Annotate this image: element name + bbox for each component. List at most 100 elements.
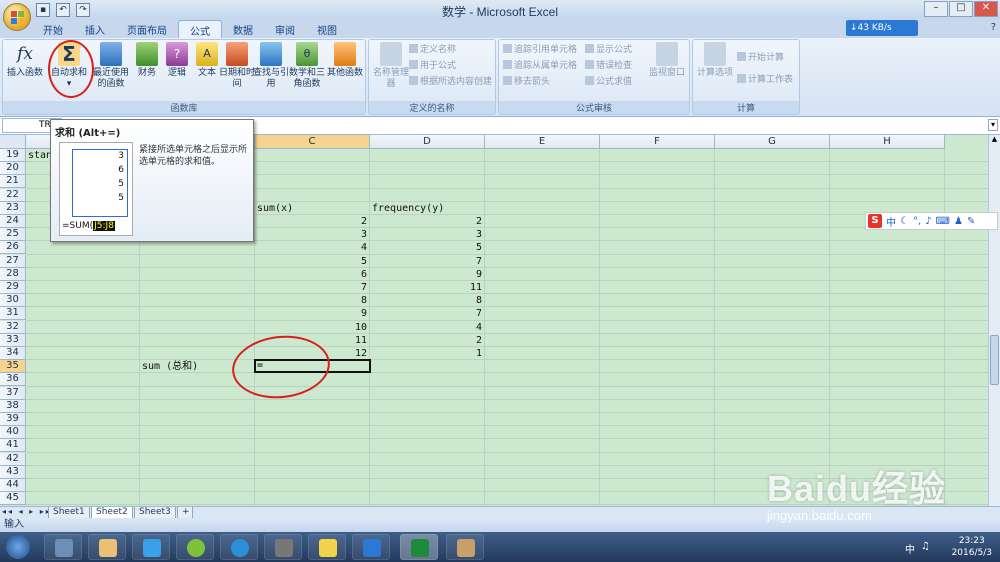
cell-y-value[interactable]: 8 [372, 294, 484, 307]
volume-icon[interactable]: ♫ [921, 541, 930, 556]
insert-function-button[interactable]: fx 插入函数 [5, 42, 45, 79]
cell-sum-x-header[interactable]: sum(x) [257, 202, 293, 215]
column-header-h[interactable]: H [830, 135, 945, 149]
row-header-21[interactable]: 21 [0, 175, 26, 189]
close-button[interactable]: ✕ [974, 1, 998, 17]
cell-x-value[interactable]: 7 [257, 281, 369, 294]
select-all-corner[interactable] [0, 135, 26, 149]
taskbar-app-excel[interactable] [400, 534, 438, 560]
tab-page-layout[interactable]: 页面布局 [116, 20, 178, 38]
cell-x-value[interactable]: 4 [257, 241, 369, 254]
cell-x-value[interactable]: 6 [257, 268, 369, 281]
cell-x-value[interactable]: 3 [257, 228, 369, 241]
expand-formula-bar-icon[interactable]: ▾ [988, 119, 998, 131]
row-header-20[interactable]: 20 [0, 162, 26, 176]
taskbar-app[interactable] [88, 534, 126, 560]
column-header-g[interactable]: G [715, 135, 830, 149]
row-header-38[interactable]: 38 [0, 399, 26, 413]
scroll-thumb[interactable] [990, 335, 999, 385]
create-from-selection-button[interactable]: 根据所选内容创建 [409, 76, 492, 89]
evaluate-formula-button[interactable]: 公式求值 [585, 76, 632, 89]
column-header-c[interactable]: C [255, 135, 370, 149]
cell-y-value[interactable]: 7 [372, 307, 484, 320]
taskbar-app[interactable] [352, 534, 390, 560]
office-button[interactable] [3, 3, 31, 31]
taskbar-app[interactable] [308, 534, 346, 560]
help-icon[interactable]: ? [991, 22, 996, 33]
row-header-40[interactable]: 40 [0, 426, 26, 440]
skin-icon[interactable]: ♟ [954, 216, 963, 227]
calculate-sheet-button[interactable]: 计算工作表 [737, 74, 793, 87]
tab-home[interactable]: 开始 [32, 20, 74, 38]
row-header-31[interactable]: 31 [0, 307, 26, 321]
row-header-24[interactable]: 24 [0, 215, 26, 228]
cell-x-value[interactable]: 8 [257, 294, 369, 307]
calculate-now-button[interactable]: 开始计算 [737, 52, 784, 65]
row-header-32[interactable]: 32 [0, 320, 26, 334]
minimize-button[interactable]: – [924, 1, 948, 17]
sheet-nav-arrows[interactable]: ◂◂ ◂ ▸ ▸▸ [2, 507, 52, 516]
row-header-25[interactable]: 25 [0, 228, 26, 242]
trace-precedents-button[interactable]: 追踪引用单元格 [503, 44, 577, 57]
maximize-button[interactable]: □ [949, 1, 973, 17]
define-name-button[interactable]: 定义名称 [409, 44, 456, 57]
cell-y-value[interactable]: 7 [372, 255, 484, 268]
keyboard-icon[interactable]: ⌨ [936, 216, 950, 227]
taskbar-app[interactable] [446, 534, 484, 560]
row-header-34[interactable]: 34 [0, 347, 26, 360]
cell-y-value[interactable]: 4 [372, 321, 484, 334]
row-header-35[interactable]: 35 [0, 360, 26, 374]
row-header-45[interactable]: 45 [0, 492, 26, 506]
calculation-options-button[interactable]: 计算选项 [695, 42, 735, 79]
punctuation-icon[interactable]: °, [913, 216, 921, 227]
row-header-29[interactable]: 29 [0, 281, 26, 294]
show-formulas-button[interactable]: 显示公式 [585, 44, 632, 57]
row-header-23[interactable]: 23 [0, 201, 26, 215]
column-header-d[interactable]: D [370, 135, 485, 149]
name-manager-button[interactable]: 名称管理器 [371, 42, 411, 90]
lookup-reference-button[interactable]: 查找与引用 [251, 42, 291, 90]
row-header-42[interactable]: 42 [0, 452, 26, 466]
taskbar-app[interactable] [176, 534, 214, 560]
trace-dependents-button[interactable]: 追踪从属单元格 [503, 60, 577, 73]
cell-y-value[interactable]: 2 [372, 215, 484, 228]
row-header-19[interactable]: 19 [0, 149, 26, 162]
network-speed-widget[interactable]: ↓43 KB/s [846, 20, 918, 36]
row-header-30[interactable]: 30 [0, 294, 26, 308]
cell-a19[interactable]: stan [28, 149, 52, 162]
cell-x-value[interactable]: 5 [257, 255, 369, 268]
tab-formulas[interactable]: 公式 [178, 20, 222, 38]
cell-x-value[interactable]: 9 [257, 307, 369, 320]
cell-y-value[interactable]: 3 [372, 228, 484, 241]
taskbar-app[interactable] [44, 534, 82, 560]
row-header-36[interactable]: 36 [0, 373, 26, 387]
column-header-f[interactable]: F [600, 135, 715, 149]
cell-y-value[interactable]: 1 [372, 347, 484, 360]
row-header-43[interactable]: 43 [0, 465, 26, 479]
vertical-scrollbar[interactable]: ▲ [988, 135, 1000, 506]
taskbar-app[interactable] [264, 534, 302, 560]
start-button[interactable] [6, 535, 30, 559]
cell-sum-label[interactable]: sum (总和) [142, 360, 198, 373]
ime-toolbar[interactable]: S 中 ☾ °, ♪ ⌨ ♟ ✎ [865, 212, 998, 230]
row-header-37[interactable]: 37 [0, 386, 26, 400]
row-header-44[interactable]: 44 [0, 479, 26, 492]
tab-view[interactable]: 视图 [306, 20, 348, 38]
row-header-33[interactable]: 33 [0, 333, 26, 347]
watch-window-button[interactable]: 监视窗口 [647, 42, 687, 79]
error-checking-button[interactable]: 错误检查 [585, 60, 632, 73]
cell-y-value[interactable]: 2 [372, 334, 484, 347]
tab-data[interactable]: 数据 [222, 20, 264, 38]
row-header-41[interactable]: 41 [0, 439, 26, 453]
tab-insert[interactable]: 插入 [74, 20, 116, 38]
scroll-up-icon[interactable]: ▲ [989, 135, 1000, 143]
row-header-28[interactable]: 28 [0, 267, 26, 281]
remove-arrows-button[interactable]: 移去箭头 [503, 76, 550, 89]
row-header-22[interactable]: 22 [0, 188, 26, 202]
moon-icon[interactable]: ☾ [900, 216, 909, 227]
cell-y-value[interactable]: 11 [372, 281, 484, 294]
tools-icon[interactable]: ✎ [967, 216, 975, 227]
use-in-formula-button[interactable]: 用于公式 [409, 60, 456, 73]
cell-y-value[interactable]: 9 [372, 268, 484, 281]
row-header-26[interactable]: 26 [0, 241, 26, 255]
